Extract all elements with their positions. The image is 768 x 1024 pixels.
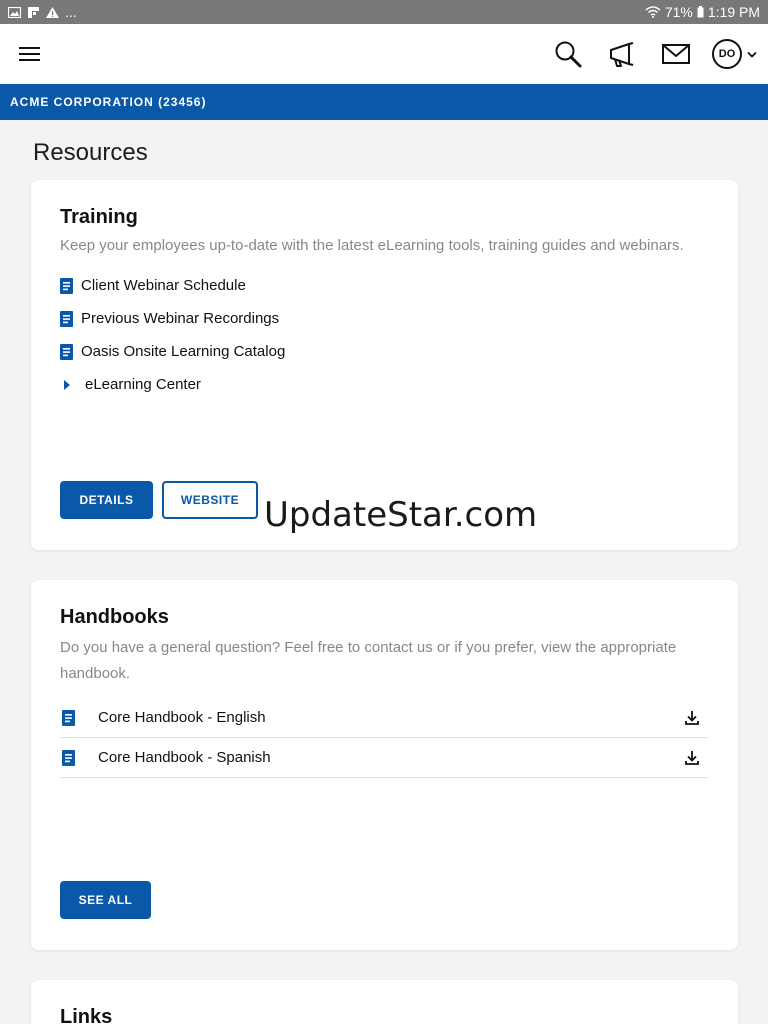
search-icon[interactable]: [553, 39, 583, 69]
battery-percent: 71%: [664, 4, 693, 20]
links-card: Links: [31, 980, 738, 1024]
chevron-down-icon[interactable]: [747, 51, 757, 59]
warning-notification-icon: [46, 6, 59, 18]
link-elearning-center[interactable]: eLearning Center: [60, 376, 201, 393]
link-label: eLearning Center: [85, 376, 201, 393]
training-description: Keep your employees up-to-date with the …: [60, 237, 684, 254]
status-bar-left: ...: [8, 4, 77, 20]
download-icon[interactable]: [684, 750, 700, 766]
document-icon: [60, 343, 73, 360]
clock: 1:19 PM: [707, 4, 760, 20]
links-title: Links: [60, 1006, 113, 1024]
watermark: UpdateStar.com: [264, 495, 538, 535]
handbooks-description: Do you have a general question? Feel fre…: [60, 639, 677, 682]
megaphone-icon[interactable]: [607, 39, 637, 69]
document-icon: [60, 310, 73, 327]
status-bar-right: 71% 1:19 PM: [645, 4, 760, 20]
handbooks-card: Handbooks Do you have a general question…: [31, 580, 738, 950]
document-icon: [62, 709, 75, 726]
flipboard-notification-icon: [28, 6, 39, 18]
link-label: Oasis Onsite Learning Catalog: [81, 343, 286, 360]
link-oasis-onsite-learning-catalog[interactable]: Oasis Onsite Learning Catalog: [60, 343, 285, 360]
mail-icon[interactable]: [661, 39, 691, 69]
handbooks-title: Handbooks: [60, 606, 169, 628]
website-button[interactable]: WEBSITE: [162, 481, 258, 519]
handbook-row-english[interactable]: Core Handbook - English: [60, 698, 708, 738]
handbook-label: Core Handbook - Spanish: [98, 749, 271, 766]
play-icon: [64, 379, 70, 390]
document-icon: [62, 749, 75, 766]
link-previous-webinar-recordings[interactable]: Previous Webinar Recordings: [60, 310, 279, 327]
battery-icon: [697, 6, 704, 18]
organization-bar: ACME CORPORATION (23456): [0, 84, 768, 120]
more-notifications: ...: [65, 4, 77, 20]
link-label: Previous Webinar Recordings: [81, 310, 280, 327]
gallery-notification-icon: [8, 6, 21, 18]
handbook-label: Core Handbook - English: [98, 709, 266, 726]
user-avatar[interactable]: DO: [712, 39, 742, 69]
page-title: Resources: [33, 139, 148, 166]
handbook-row-spanish[interactable]: Core Handbook - Spanish: [60, 738, 708, 778]
document-icon: [60, 277, 73, 294]
details-button[interactable]: DETAILS: [60, 481, 153, 519]
link-client-webinar-schedule[interactable]: Client Webinar Schedule: [60, 277, 246, 294]
link-label: Client Webinar Schedule: [81, 277, 246, 294]
status-bar: ... 71% 1:19 PM: [0, 0, 768, 24]
see-all-button[interactable]: SEE ALL: [60, 881, 151, 919]
menu-icon[interactable]: [18, 42, 42, 66]
download-icon[interactable]: [684, 710, 700, 726]
training-title: Training: [60, 206, 138, 228]
organization-name: ACME CORPORATION (23456): [10, 95, 207, 109]
wifi-icon: [645, 6, 661, 18]
app-bar: DO: [0, 24, 768, 84]
